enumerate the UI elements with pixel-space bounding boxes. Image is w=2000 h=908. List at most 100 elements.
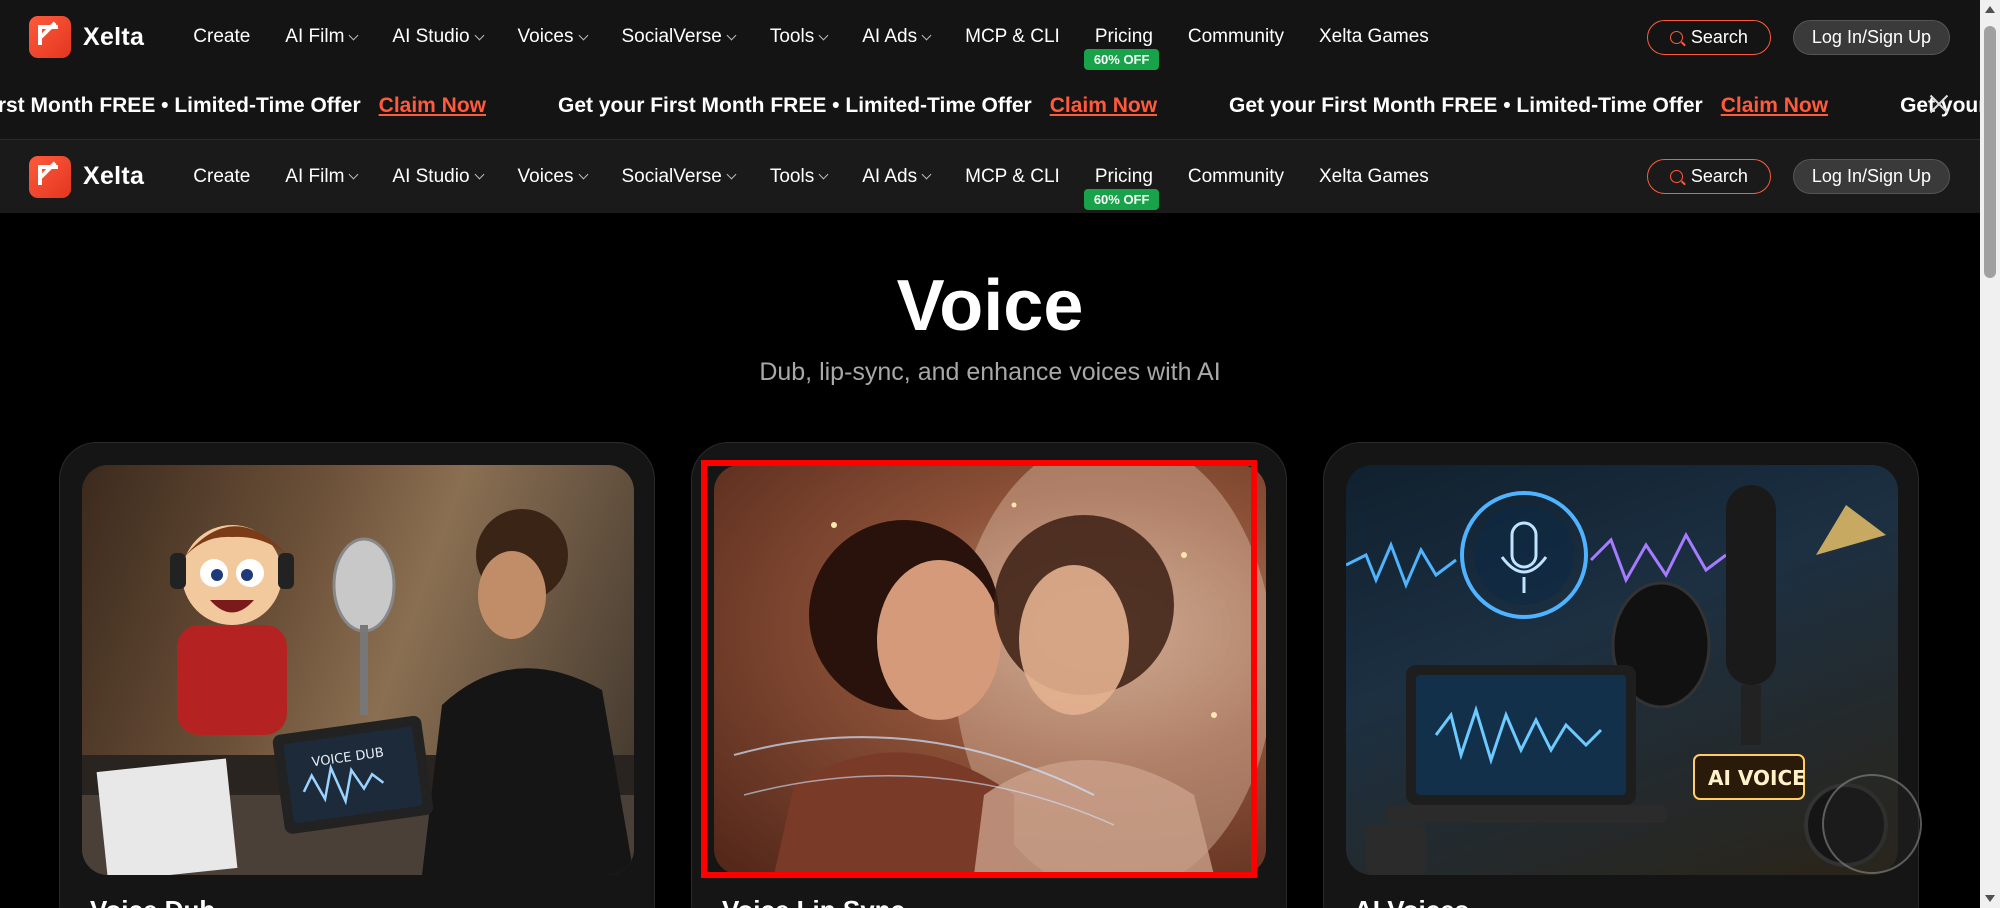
nav-menu: Create AI Film AI Studio Voices SocialVe… <box>193 26 1464 70</box>
nav-label: Pricing <box>1094 26 1153 47</box>
nav-actions: Search Log In/Sign Up <box>1646 19 1950 55</box>
claim-now-link[interactable]: Claim Now <box>379 94 486 118</box>
selection-highlight <box>701 460 1257 878</box>
promo-item: Get your First Month FREE • Limited-Time… <box>558 94 1157 118</box>
promo-text: Get your First Month FREE • Limited-Time… <box>558 94 1032 117</box>
nav-item-ai-studio[interactable]: AI Studio <box>392 26 484 48</box>
chevron-down-icon <box>578 30 588 40</box>
brand-logo[interactable]: Xelta <box>29 16 144 58</box>
chevron-down-icon <box>726 169 737 180</box>
chevron-down-icon <box>348 169 359 180</box>
nav-item-xelta-games[interactable]: Xelta Games <box>1319 166 1429 188</box>
nav-item-ai-ads[interactable]: AI Ads <box>862 166 932 188</box>
nav-label: AI Film <box>285 26 345 47</box>
chevron-down-icon <box>818 30 829 40</box>
nav-label: SocialVerse <box>621 165 722 187</box>
page-subtitle: Dub, lip-sync, and enhance voices with A… <box>759 358 1221 386</box>
chevron-down-icon <box>921 169 932 180</box>
nav-item-mcp-cli[interactable]: MCP & CLI <box>965 26 1060 48</box>
nav-item-ai-film[interactable]: AI Film <box>285 26 359 48</box>
nav-item-community[interactable]: Community <box>1188 166 1284 188</box>
nav-actions: Search Log In/Sign Up <box>1646 159 1950 194</box>
page-title: Voice <box>896 266 1084 346</box>
nav-label: Voices <box>517 165 574 187</box>
close-icon[interactable] <box>1926 92 1952 118</box>
card-image: AI VOICE <box>1346 465 1898 875</box>
chevron-down-icon <box>578 169 588 180</box>
nav-label: Xelta Games <box>1318 165 1429 187</box>
chevron-down-icon <box>348 30 359 40</box>
search-label: Search <box>1690 166 1748 186</box>
card-title: AI Voices <box>1354 895 1469 908</box>
chevron-down-icon <box>726 30 737 40</box>
nav-item-socialverse[interactable]: SocialVerse <box>621 165 737 188</box>
search-button[interactable]: Search <box>1646 159 1771 194</box>
nav-item-voices[interactable]: Voices <box>517 26 588 48</box>
nav-label: Community <box>1187 26 1284 47</box>
logo-icon <box>29 155 71 198</box>
nav-item-tools[interactable]: Tools <box>769 26 829 48</box>
voice-dub-illustration: VOICE DUB <box>82 509 634 875</box>
nav-item-mcp-cli[interactable]: MCP & CLI <box>965 166 1060 188</box>
top-nav: Xelta Create AI Film AI Studio Voices So… <box>0 0 1980 74</box>
nav-label: MCP & CLI <box>965 26 1060 47</box>
scrollbar-thumb[interactable] <box>1984 26 1996 278</box>
claim-now-link[interactable]: Claim Now <box>1050 94 1157 118</box>
nav-item-pricing[interactable]: Pricing 60% OFF <box>1083 165 1160 210</box>
card-voice-dub[interactable]: VOICE DUB Voice Dub <box>59 442 655 908</box>
promo-track: irst Month FREE • Limited-Time Offer Clai… <box>0 94 1980 118</box>
brand-logo[interactable]: Xelta <box>29 155 145 198</box>
nav-item-ai-studio[interactable]: AI Studio <box>392 165 484 188</box>
chevron-down-icon <box>818 169 829 180</box>
card-title: Voice Dub <box>90 895 215 908</box>
nav-item-ai-film[interactable]: AI Film <box>285 165 359 188</box>
brand-name: Xelta <box>83 22 145 51</box>
nav-item-community[interactable]: Community <box>1188 26 1284 48</box>
nav-menu: Create AI Film AI Studio Voices SocialVe… <box>193 165 1464 210</box>
nav-item-tools[interactable]: Tools <box>769 165 829 188</box>
nav-label: Tools <box>769 165 815 187</box>
logo-icon <box>29 16 71 58</box>
nav-label: Xelta Games <box>1318 26 1429 47</box>
nav-label: Tools <box>769 26 815 47</box>
promo-text: irst Month FREE • Limited-Time Offer <box>0 94 361 117</box>
nav-item-ai-ads[interactable]: AI Ads <box>862 26 932 48</box>
nav-label: AI Film <box>285 165 345 187</box>
nav-item-socialverse[interactable]: SocialVerse <box>621 26 737 48</box>
chevron-down-icon <box>921 30 932 40</box>
nav-item-create[interactable]: Create <box>193 26 250 48</box>
login-button[interactable]: Log In/Sign Up <box>1792 159 1950 194</box>
scroll-up-icon[interactable] <box>1985 6 1995 13</box>
search-icon <box>1669 170 1683 183</box>
page-scrollbar[interactable] <box>1980 0 2000 908</box>
nav-item-xelta-games[interactable]: Xelta Games <box>1319 26 1429 48</box>
chevron-down-icon <box>474 30 484 40</box>
nav-label: Community <box>1187 165 1284 187</box>
nav-label: AI Studio <box>392 165 470 187</box>
nav-label: MCP & CLI <box>965 165 1060 187</box>
scroll-down-icon[interactable] <box>1985 895 1995 902</box>
nav-label: AI Studio <box>392 26 470 47</box>
ai-voice-sign: AI VOICE <box>1708 766 1806 790</box>
nav-item-create[interactable]: Create <box>193 166 250 188</box>
search-icon <box>1669 30 1683 44</box>
login-button[interactable]: Log In/Sign Up <box>1792 19 1950 55</box>
nav-item-pricing[interactable]: Pricing 60% OFF <box>1083 26 1160 70</box>
nav-label: Create <box>193 26 251 47</box>
ai-voice-illustration: AI VOICE <box>1346 485 1888 875</box>
discount-badge: 60% OFF <box>1083 188 1160 210</box>
search-label: Search <box>1690 26 1748 47</box>
floating-action-button[interactable] <box>1822 774 1922 874</box>
promo-item: Get your First Month FREE • Limited-Time… <box>1229 94 1828 118</box>
card-image: VOICE DUB <box>82 465 634 875</box>
nav-label: Voices <box>517 26 574 47</box>
nav-label: SocialVerse <box>621 26 722 47</box>
discount-badge: 60% OFF <box>1083 49 1160 70</box>
claim-now-link[interactable]: Claim Now <box>1721 94 1828 118</box>
search-button[interactable]: Search <box>1646 19 1771 55</box>
brand-name: Xelta <box>83 162 145 190</box>
card-title: Voice Lip Sync <box>722 895 905 908</box>
nav-label: AI Ads <box>862 26 918 47</box>
nav-label: Pricing <box>1094 165 1153 187</box>
nav-item-voices[interactable]: Voices <box>517 165 588 188</box>
